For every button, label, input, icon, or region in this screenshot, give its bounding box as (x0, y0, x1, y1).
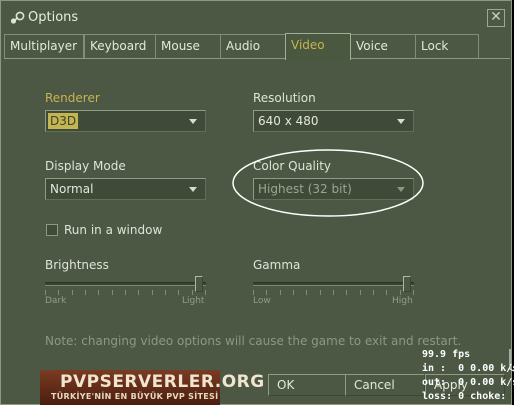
slider-tick (72, 290, 73, 295)
slider-tick (45, 290, 46, 295)
slider-tick (306, 290, 307, 295)
brightness-min-label: Dark (45, 296, 67, 306)
tab-video[interactable]: Video (285, 33, 351, 60)
gamma-slider-track[interactable] (253, 282, 414, 286)
slider-tick (386, 290, 387, 295)
resolution-value: 640 x 480 (258, 114, 319, 128)
brightness-label: Brightness (45, 258, 109, 272)
slider-tick (360, 290, 361, 295)
slider-tick (205, 290, 206, 295)
banner-title: PVPSERVERLER.ORG (60, 372, 265, 392)
slider-tick (58, 290, 59, 295)
tab-mouse[interactable]: Mouse (155, 34, 221, 59)
tab-multiplayer[interactable]: Multiplayer (4, 34, 84, 59)
slider-tick (192, 290, 193, 295)
brightness-slider-track[interactable] (45, 282, 206, 286)
gamma-min-label: Low (253, 296, 271, 306)
slider-tick (266, 290, 267, 295)
display-mode-value: Normal (50, 182, 94, 196)
color-quality-value: Highest (32 bit) (258, 182, 352, 196)
slider-tick (178, 290, 179, 295)
renderer-dropdown[interactable]: D3D (45, 110, 206, 132)
slider-tick (373, 290, 374, 295)
slider-tick (413, 290, 414, 295)
tab-voice[interactable]: Voice (350, 34, 416, 59)
in-readout: in : 0 0.00 k/s (422, 363, 514, 374)
slider-tick (280, 290, 281, 295)
slider-tick (165, 290, 166, 295)
gamma-max-label: High (392, 296, 413, 306)
chevron-down-icon (189, 187, 197, 192)
gamma-ticks (253, 290, 414, 296)
slider-tick (138, 290, 139, 295)
resolution-label: Resolution (253, 91, 316, 105)
chevron-down-icon (397, 187, 405, 192)
watermark-banner: PVPSERVERLER.ORG TÜRKİYE'NİN EN BÜYÜK PV… (40, 370, 264, 405)
chevron-down-icon (189, 119, 197, 124)
slider-tick (333, 290, 334, 295)
color-quality-dropdown: Highest (32 bit) (253, 178, 414, 200)
slider-tick (112, 290, 113, 295)
run-in-window-checkbox[interactable] (46, 224, 58, 236)
steam-icon (10, 11, 25, 24)
slider-tick (346, 290, 347, 295)
slider-tick (152, 290, 153, 295)
close-icon: ✕ (490, 9, 502, 25)
slider-tick (125, 290, 126, 295)
display-mode-dropdown[interactable]: Normal (45, 178, 206, 200)
out-readout: out: 0 0.00 k/s (422, 377, 514, 388)
slider-tick (320, 290, 321, 295)
window-title: Options (28, 10, 79, 25)
brightness-max-label: Light (182, 296, 205, 306)
run-in-window-label[interactable]: Run in a window (64, 223, 162, 237)
ok-button[interactable]: OK (268, 374, 354, 396)
slider-tick (85, 290, 86, 295)
options-dialog: Options ✕ Multiplayer Keyboard Mouse Aud… (0, 0, 512, 405)
slider-tick (253, 290, 254, 295)
tab-audio[interactable]: Audio (220, 34, 286, 59)
loss-readout: loss: 0 choke: (422, 391, 507, 402)
slider-tick (98, 290, 99, 295)
fps-readout: 99.9 fps (422, 349, 471, 360)
video-panel: Renderer D3D Resolution 640 x 480 Displa… (4, 59, 510, 369)
slider-tick (293, 290, 294, 295)
tab-bar: Multiplayer Keyboard Mouse Audio Video V… (4, 33, 512, 60)
banner-subtitle: TÜRKİYE'NİN EN BÜYÜK PVP SİTESİ (51, 392, 219, 401)
resolution-dropdown[interactable]: 640 x 480 (253, 110, 414, 132)
title-bar[interactable]: Options ✕ (1, 1, 511, 33)
color-quality-label: Color Quality (253, 159, 332, 173)
cancel-button[interactable]: Cancel (345, 374, 425, 396)
slider-tick (400, 290, 401, 295)
restart-note: Note: changing video options will cause … (45, 334, 462, 348)
display-mode-label: Display Mode (45, 159, 126, 173)
close-button[interactable]: ✕ (487, 9, 505, 27)
tab-lock[interactable]: Lock (415, 34, 479, 59)
chevron-down-icon (397, 119, 405, 124)
renderer-value: D3D (48, 113, 79, 129)
renderer-label: Renderer (45, 91, 100, 105)
net-graph-overlay: 99.9 fps in : 0 0.00 k/s out: 0 0.00 k/s… (420, 349, 514, 405)
gamma-label: Gamma (253, 258, 301, 272)
